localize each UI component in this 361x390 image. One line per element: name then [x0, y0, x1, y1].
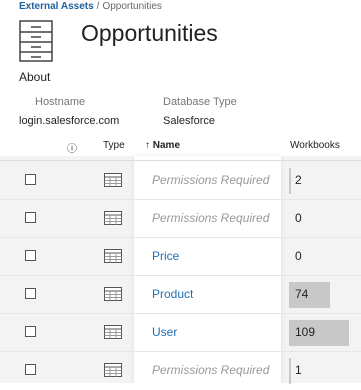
info-column-header[interactable]: ⓘ	[67, 140, 77, 155]
table-type-icon	[104, 173, 122, 187]
name-cell: Price	[134, 238, 281, 276]
breadcrumb-separator: /	[96, 1, 100, 12]
name-cell: Product	[134, 276, 281, 314]
table-type-icon	[104, 211, 122, 225]
row-checkbox[interactable]	[25, 212, 36, 223]
breadcrumb-current: Opportunities	[102, 1, 162, 12]
asset-name-link[interactable]: Product	[152, 287, 193, 301]
table-row: Product 74	[0, 276, 361, 314]
table-row: Price 0	[0, 238, 361, 276]
name-cell: Permissions Required	[134, 200, 281, 238]
table-type-icon	[104, 249, 122, 263]
database-type-label: Database Type	[163, 96, 237, 108]
page-title: Opportunities	[81, 20, 218, 46]
workbooks-count: 0	[295, 249, 302, 263]
workbooks-count: 74	[295, 287, 309, 301]
asset-name-link[interactable]: Price	[152, 249, 179, 263]
workbooks-count: 109	[295, 325, 316, 339]
row-checkbox[interactable]	[25, 174, 36, 185]
breadcrumb: External Assets / Opportunities	[19, 1, 162, 12]
hostname-value: login.salesforce.com	[19, 115, 120, 127]
table-row: Permissions Required 2	[0, 162, 361, 200]
table-row: Permissions Required 0	[0, 200, 361, 238]
workbooks-count: 0	[295, 211, 302, 225]
name-cell: Permissions Required	[134, 162, 281, 200]
table-row: Permissions Required 1	[0, 352, 361, 390]
permissions-required-label: Permissions Required	[152, 363, 270, 377]
name-column-header[interactable]: ↑ Name	[145, 140, 180, 151]
name-cell: User	[134, 314, 281, 352]
table-type-icon	[104, 325, 122, 339]
workbooks-column-header[interactable]: Workbooks	[290, 140, 340, 151]
workbooks-bar	[289, 358, 291, 384]
table-type-icon	[104, 363, 122, 377]
workbooks-bar	[289, 168, 291, 194]
name-cell: Permissions Required	[134, 352, 281, 390]
row-checkbox[interactable]	[25, 364, 36, 375]
permissions-required-label: Permissions Required	[152, 173, 270, 187]
asset-name-link[interactable]: User	[152, 325, 177, 339]
database-type-value: Salesforce	[163, 115, 215, 127]
row-checkbox[interactable]	[25, 326, 36, 337]
table-row: User 109	[0, 314, 361, 352]
table-type-icon	[104, 287, 122, 301]
row-checkbox[interactable]	[25, 250, 36, 261]
header-divider	[0, 160, 361, 161]
row-checkbox[interactable]	[25, 288, 36, 299]
hostname-label: Hostname	[35, 96, 86, 108]
type-column-header[interactable]: Type	[103, 140, 125, 151]
breadcrumb-parent-link[interactable]: External Assets	[19, 1, 94, 12]
table-icon	[19, 20, 53, 62]
about-heading: About	[19, 70, 51, 84]
workbooks-count: 2	[295, 173, 302, 187]
permissions-required-label: Permissions Required	[152, 211, 270, 225]
workbooks-count: 1	[295, 363, 302, 377]
